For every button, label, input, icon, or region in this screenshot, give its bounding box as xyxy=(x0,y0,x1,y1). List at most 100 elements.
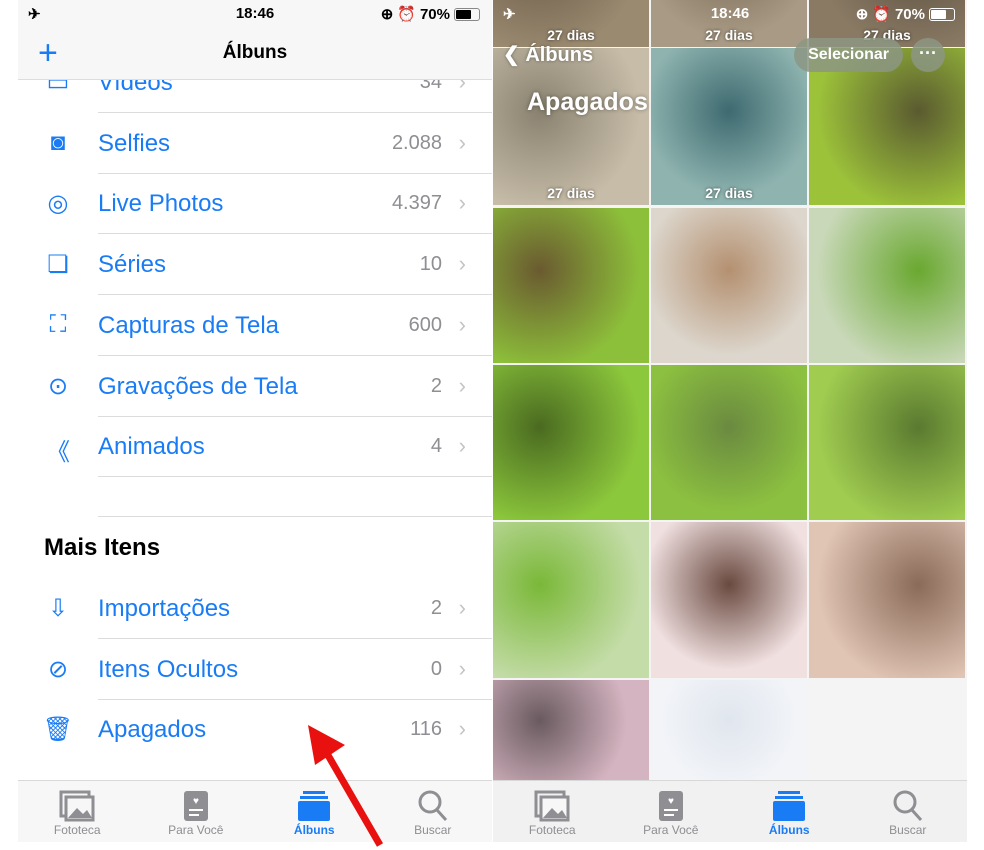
album-count: 2 xyxy=(430,597,442,619)
album-count: 2 xyxy=(430,374,442,397)
album-label: Itens Ocultos xyxy=(98,655,239,683)
divider xyxy=(98,516,492,517)
svg-text:♥: ♥ xyxy=(193,796,199,807)
album-count: 10 xyxy=(419,253,442,276)
album-row[interactable]: ◎ Live Photos 4.397 › xyxy=(18,173,492,235)
selfie-icon: ◙ xyxy=(50,128,66,156)
chevron-right-icon: › xyxy=(458,595,466,620)
photo-thumbnail[interactable] xyxy=(493,522,649,678)
chevron-right-icon: › xyxy=(458,655,466,681)
albums-icon xyxy=(730,789,849,823)
tab-albums[interactable]: Álbuns xyxy=(730,781,849,842)
svg-text:♥: ♥ xyxy=(668,796,674,807)
tab-search[interactable]: Buscar xyxy=(849,781,968,842)
orientation-lock-icon: ⊕ xyxy=(380,6,394,23)
chevron-right-icon: › xyxy=(458,716,466,742)
tab-bar: Fototeca ♥ Para Você Álbuns Buscar xyxy=(18,780,492,842)
album-row[interactable]: ◙ Selfies 2.088 › xyxy=(18,113,492,174)
annotation-arrow xyxy=(308,725,384,847)
album-row[interactable]: 🗑 Apagados 116 › xyxy=(18,699,492,760)
days-remaining: 27 dias xyxy=(705,185,753,201)
divider xyxy=(98,476,492,478)
deleted-album-screen: 27 dias 27 dias 27 dias 27 dias 27 dias ✈ 18… xyxy=(493,0,967,842)
photo-thumbnail[interactable] xyxy=(651,522,807,678)
album-count: 4 xyxy=(430,435,442,458)
photo-thumbnail[interactable] xyxy=(809,208,965,363)
photo-thumbnail[interactable] xyxy=(493,208,649,363)
back-button[interactable]: ❮ Álbuns xyxy=(503,42,593,67)
album-count: 0 xyxy=(430,657,442,680)
chevron-right-icon: › xyxy=(458,190,466,216)
album-label: Importações xyxy=(98,595,231,622)
photo-thumbnail[interactable] xyxy=(809,522,965,678)
album-label: Séries xyxy=(98,251,167,279)
photo-thumbnail[interactable] xyxy=(651,208,807,363)
album-label: Live Photos xyxy=(98,190,224,218)
chevron-left-icon: ❮ xyxy=(503,44,520,66)
tab-photo-library[interactable]: Fototeca xyxy=(493,781,612,842)
albums-screen: ✈ 18:46 ⊕ ⏰ 70% + Álbuns ▭ Vídeos 34 › ◙ Selfie… xyxy=(18,0,492,842)
chevron-right-icon: › xyxy=(458,129,466,155)
orientation-lock-icon: ⊕ xyxy=(855,6,869,23)
tab-photo-library[interactable]: Fototeca xyxy=(18,781,137,842)
album-label: Selfies xyxy=(98,129,171,157)
photo-library-icon xyxy=(18,789,137,823)
screen-record-icon: ⊙ xyxy=(47,372,69,400)
days-remaining: 27 dias xyxy=(547,185,595,201)
photo-thumbnail[interactable] xyxy=(809,680,965,780)
alarm-icon: ⏰ xyxy=(872,6,891,23)
back-label: Álbuns xyxy=(525,44,594,66)
select-button[interactable]: Selecionar xyxy=(794,38,903,72)
for-you-icon: ♥ xyxy=(137,789,256,823)
page-title: Álbuns xyxy=(222,42,288,63)
album-row[interactable]: ⊘ Itens Ocultos 0 › xyxy=(18,639,492,700)
tab-for-you[interactable]: ♥ Para Você xyxy=(137,781,256,842)
status-bar: ✈ 18:46 ⊕ ⏰ 70% xyxy=(493,0,967,28)
album-label: Apagados xyxy=(98,716,207,744)
photo-thumbnail[interactable] xyxy=(493,365,649,520)
photo-thumbnail[interactable] xyxy=(651,365,807,520)
chevron-right-icon: › xyxy=(458,311,466,337)
animated-icon: 《 xyxy=(46,439,70,467)
section-title: Mais Itens xyxy=(44,534,161,561)
tab-label: Álbuns xyxy=(768,823,810,837)
tab-label: Para Você xyxy=(643,823,699,837)
burst-icon: ❏ xyxy=(47,251,69,279)
battery-icon xyxy=(454,7,480,21)
photo-thumbnail[interactable] xyxy=(809,365,965,520)
album-row[interactable]: 《 Animados 4 › xyxy=(18,416,492,478)
album-row[interactable]: ⇩ Importações 2 › xyxy=(18,578,492,639)
photo-thumbnail[interactable] xyxy=(493,680,649,780)
battery-percent: 70% xyxy=(894,5,925,23)
photo-library-icon xyxy=(493,789,612,823)
live-photo-icon: ◎ xyxy=(47,190,69,218)
chevron-right-icon: › xyxy=(458,251,466,277)
tab-for-you[interactable]: ♥ Para Você xyxy=(612,781,731,842)
nav-bar: + Álbuns xyxy=(18,28,492,80)
tab-label: Fototeca xyxy=(528,823,576,837)
battery-percent: 70% xyxy=(419,5,450,23)
hidden-eye-icon: ⊘ xyxy=(47,655,69,683)
tab-label: Buscar xyxy=(889,823,927,837)
album-title: Apagados xyxy=(527,88,648,116)
battery-icon xyxy=(929,7,955,21)
photo-thumbnail[interactable] xyxy=(651,680,807,780)
status-bar: ✈ 18:46 ⊕ ⏰ 70% xyxy=(18,0,492,28)
search-icon xyxy=(849,789,968,823)
more-options-button[interactable]: ··· xyxy=(911,38,945,72)
for-you-icon: ♥ xyxy=(612,789,731,823)
album-count: 600 xyxy=(408,313,442,336)
nav-bar: ❮ Álbuns Selecionar ··· xyxy=(493,36,967,76)
album-label: Animados xyxy=(98,433,205,461)
chevron-right-icon: › xyxy=(458,433,466,459)
tab-bar: Fototeca ♥ Para Você Álbuns Buscar xyxy=(493,780,967,842)
alarm-icon: ⏰ xyxy=(397,6,416,23)
album-label: Gravações de Tela xyxy=(98,372,298,400)
album-row[interactable]: ⊙ Gravações de Tela 2 › xyxy=(18,356,492,417)
tab-label: Para Você xyxy=(168,823,224,837)
trash-icon: 🗑 xyxy=(42,716,74,744)
album-row[interactable]: ❏ Séries 10 › xyxy=(18,234,492,296)
album-row[interactable]: ⛶ Capturas de Tela 600 › xyxy=(18,295,492,356)
screenshot-icon: ⛶ xyxy=(49,310,67,338)
chevron-right-icon: › xyxy=(458,372,466,398)
